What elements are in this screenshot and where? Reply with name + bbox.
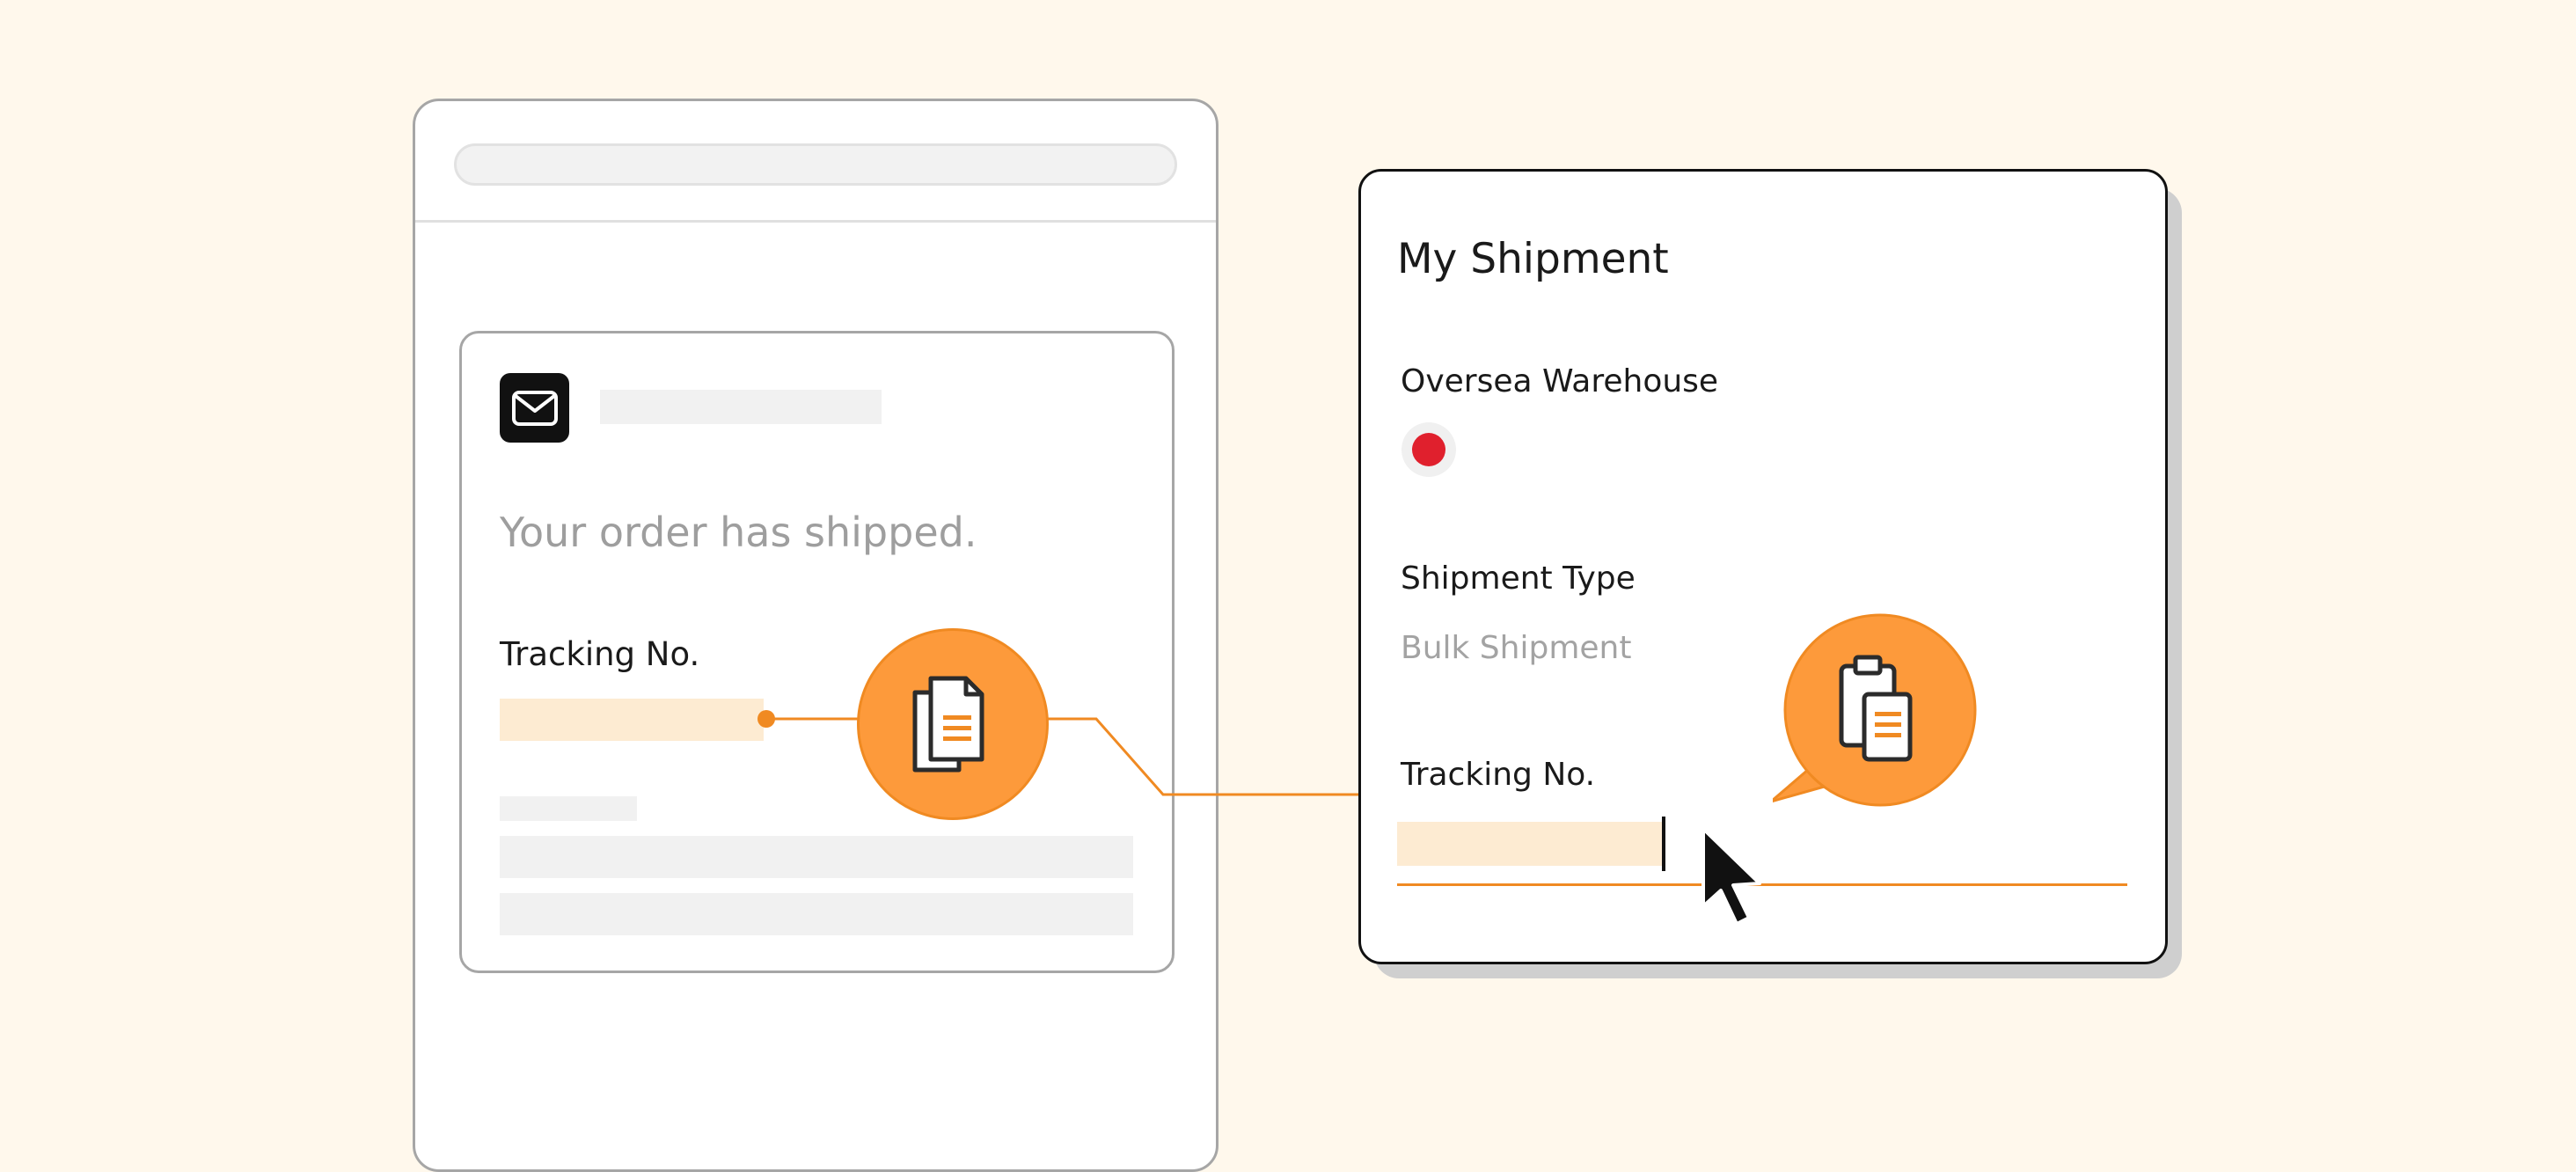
copy-paste-connector	[757, 710, 1409, 803]
shipment-type-label: Shipment Type	[1401, 560, 1636, 597]
warehouse-label: Oversea Warehouse	[1401, 363, 1719, 399]
copy-document-icon	[857, 628, 1049, 820]
tracking-number-label: Tracking No.	[1401, 757, 1596, 793]
tracking-number-input[interactable]	[1397, 822, 1663, 866]
email-body-placeholder	[500, 893, 1133, 935]
warehouse-flag-selector[interactable]	[1401, 422, 1456, 477]
card-title: My Shipment	[1397, 235, 1669, 283]
window-divider	[415, 220, 1216, 223]
email-tracking-label: Tracking No.	[500, 635, 700, 673]
email-body-placeholder	[500, 796, 637, 821]
email-tracking-number-highlight[interactable]	[500, 699, 764, 741]
text-caret	[1662, 817, 1665, 871]
shipment-type-value[interactable]: Bulk Shipment	[1401, 630, 1631, 666]
email-subject: Your order has shipped.	[500, 509, 977, 556]
mouse-pointer-icon	[1701, 827, 1761, 926]
red-dot-flag-icon	[1412, 433, 1445, 466]
address-bar[interactable]	[454, 143, 1177, 186]
sender-placeholder	[600, 390, 882, 424]
envelope-icon	[500, 373, 569, 443]
paste-clipboard-icon	[1773, 613, 1977, 807]
email-body-placeholder	[500, 836, 1133, 878]
